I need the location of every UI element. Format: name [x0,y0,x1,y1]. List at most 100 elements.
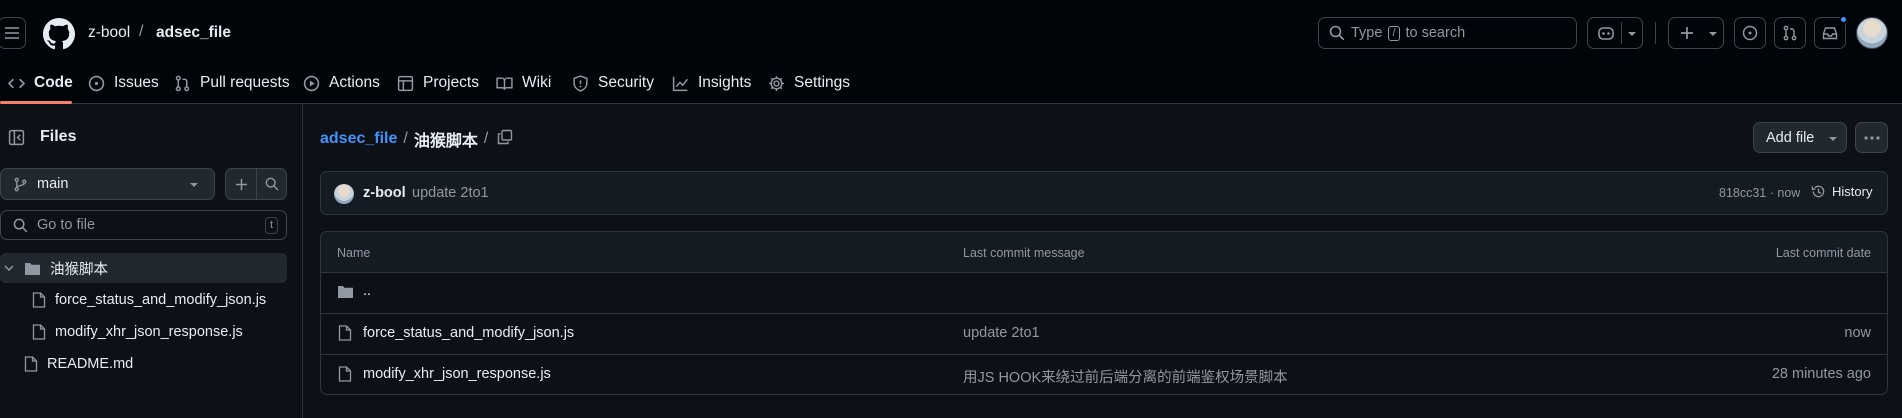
history-link[interactable]: History [1811,184,1872,199]
search-files-button[interactable] [256,168,287,200]
folder-open-icon [25,262,40,275]
tab-projects[interactable]: Projects [397,70,479,96]
tab-label: Pull requests [200,74,290,91]
git-pull-request-icon [175,75,190,91]
tree-item-file[interactable]: README.md [24,349,133,379]
column-header-name: Name [337,246,371,260]
file-name-link[interactable]: force_status_and_modify_json.js [363,325,574,341]
path-separator: / [139,23,144,40]
user-avatar[interactable] [1856,17,1888,49]
tree-item-file[interactable]: modify_xhr_json_response.js [32,317,243,347]
tab-label: Settings [794,74,851,91]
tree-item-label: README.md [47,356,134,372]
tab-label: Insights [698,74,752,91]
create-new-button[interactable] [1668,17,1724,49]
tree-item-file[interactable]: force_status_and_modify_json.js [32,285,266,315]
issue-opened-icon [1742,25,1758,41]
owner-link[interactable]: z-bool [88,24,130,42]
file-tree-sidebar: Files main Go to file t 油猴脚本 force_statu… [0,104,303,418]
shield-icon [573,74,588,92]
global-header: z-bool / adsec_file Type / to search Cod… [0,0,1902,104]
gear-icon [769,75,784,91]
more-options-button[interactable] [1855,122,1888,153]
branch-name: main [37,176,69,192]
commit-meta[interactable]: 818cc31 · now [1719,186,1800,200]
collapse-sidebar-button[interactable] [3,124,29,150]
latest-commit-box: z-bool update 2to1 818cc31 · now History [320,171,1888,215]
search-icon [265,177,278,191]
table-row[interactable]: force_status_and_modify_json.js update 2… [321,314,1887,354]
table-row[interactable]: modify_xhr_json_response.js 用JS HOOK来绕过前… [321,355,1887,394]
chevron-down-icon [1628,32,1636,36]
file-name-link[interactable]: modify_xhr_json_response.js [363,366,551,382]
book-icon [496,76,513,90]
tab-label: Security [598,74,654,91]
tab-actions[interactable]: Actions [303,70,380,96]
commit-date: 28 minutes ago [1771,366,1871,382]
copilot-button[interactable] [1587,17,1643,49]
menu-button[interactable] [0,17,26,49]
branch-selector[interactable]: main [0,168,215,200]
breadcrumb-trailing-separator: / [483,130,489,147]
tab-settings[interactable]: Settings [768,70,850,96]
tab-pull-requests[interactable]: Pull requests [174,70,290,96]
chevron-down-icon [1829,137,1837,141]
commit-message-link[interactable]: 用JS HOOK来绕过前后端分离的前端鉴权场景脚本 [963,366,1288,387]
tab-security[interactable]: Security [572,70,654,96]
file-table: Name Last commit message Last commit dat… [320,231,1888,395]
search-icon [13,218,28,232]
commit-author[interactable]: z-bool [363,185,406,201]
issues-button[interactable] [1734,17,1766,49]
tab-wiki[interactable]: Wiki [496,70,551,96]
copy-path-button[interactable] [494,126,516,148]
tab-label: Code [34,74,73,91]
table-header: Name Last commit message Last commit dat… [321,232,1887,272]
chevron-down-icon [190,183,198,187]
history-icon [1811,185,1825,198]
commit-message-link[interactable]: update 2to1 [963,325,1040,341]
code-icon [8,78,25,88]
search-prefix: Type [1351,25,1383,41]
go-to-file-input[interactable]: Go to file t [0,210,287,240]
sidebar-collapse-icon [8,129,24,145]
search-icon [1329,25,1345,41]
tab-label: Issues [114,74,159,91]
file-icon [32,292,46,308]
plus-icon [235,178,247,190]
add-file-sidebar-button[interactable] [225,168,257,200]
breadcrumb-repo-link[interactable]: adsec_file [320,130,397,148]
table-icon [397,75,414,91]
pull-requests-button[interactable] [1774,17,1806,49]
add-file-button[interactable]: Add file [1753,122,1847,153]
copy-icon [497,129,513,145]
github-logo[interactable] [43,18,75,50]
inbox-button[interactable] [1814,15,1848,49]
issue-opened-icon [88,75,105,91]
plus-icon [1681,27,1693,39]
tab-code[interactable]: Code [8,70,73,96]
file-icon [338,325,352,341]
copilot-icon [1598,27,1614,40]
breadcrumb-folder: 油猴脚本 [413,133,478,150]
chevron-down-icon [1709,32,1717,36]
inbox-icon [1822,27,1838,40]
go-to-file-shortcut: t [265,217,279,234]
sidebar-title: Files [40,128,77,145]
git-pull-request-icon [1783,25,1797,41]
tab-insights[interactable]: Insights [672,70,751,96]
tree-item-label: modify_xhr_json_response.js [55,324,243,340]
commit-author-avatar[interactable] [334,184,354,204]
commit-message[interactable]: update 2to1 [412,185,489,201]
repo-link[interactable]: adsec_file [156,24,231,42]
kebab-horizontal-icon [1863,135,1880,140]
breadcrumb-separator: / [403,130,408,147]
column-header-date: Last commit date [1775,246,1871,260]
commit-date: now [1844,325,1871,341]
tab-issues[interactable]: Issues [88,70,159,96]
search-input[interactable]: Type / to search [1318,17,1577,49]
tree-item-label: 油猴脚本 [50,261,108,278]
add-file-label: Add file [1766,129,1815,146]
tree-item-folder[interactable]: 油猴脚本 [0,253,287,283]
parent-directory-row[interactable]: .. [321,273,1887,313]
play-circle-icon [303,75,320,91]
